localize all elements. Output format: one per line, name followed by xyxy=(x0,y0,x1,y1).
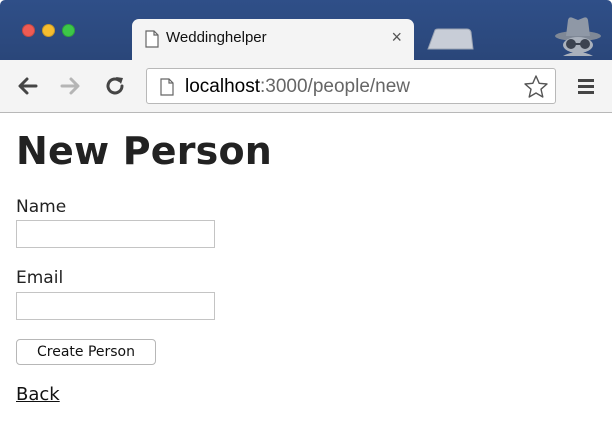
menu-icon[interactable] xyxy=(576,74,596,98)
address-bar[interactable]: localhost:3000/people/new xyxy=(146,68,556,104)
browser-tab[interactable]: Weddinghelper × xyxy=(132,19,414,63)
name-label: Name xyxy=(16,197,67,217)
page-icon xyxy=(145,30,159,48)
url-host: localhost xyxy=(185,76,260,97)
new-tab-button[interactable] xyxy=(426,28,474,50)
minimize-window-button[interactable] xyxy=(42,24,55,37)
url-text: localhost:3000/people/new xyxy=(185,76,410,98)
close-tab-icon[interactable]: × xyxy=(391,27,402,48)
name-field[interactable] xyxy=(16,220,215,248)
maximize-window-button[interactable] xyxy=(62,24,75,37)
browser-toolbar: localhost:3000/people/new xyxy=(0,60,612,113)
reload-icon[interactable] xyxy=(103,74,127,98)
bookmark-star-icon[interactable] xyxy=(523,74,549,100)
browser-window: Weddinghelper × localhost:3000/people/ne… xyxy=(0,0,612,439)
incognito-icon xyxy=(555,17,601,56)
forward-arrow-icon[interactable] xyxy=(58,74,82,98)
url-path: :3000/people/new xyxy=(260,76,411,97)
page-icon xyxy=(160,78,174,96)
title-bar: Weddinghelper × xyxy=(0,0,612,63)
back-link[interactable]: Back xyxy=(16,384,60,405)
create-person-button[interactable]: Create Person xyxy=(16,339,156,365)
tab-title: Weddinghelper xyxy=(166,29,267,46)
email-label: Email xyxy=(16,268,64,288)
page-title: New Person xyxy=(16,129,273,173)
back-arrow-icon[interactable] xyxy=(16,74,40,98)
close-window-button[interactable] xyxy=(22,24,35,37)
email-field[interactable] xyxy=(16,292,215,320)
